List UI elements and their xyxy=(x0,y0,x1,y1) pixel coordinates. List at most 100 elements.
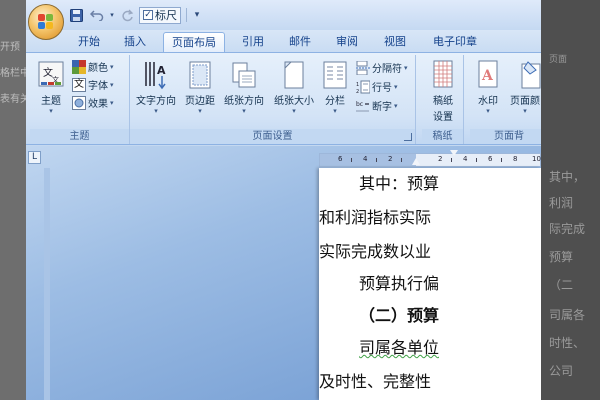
background-right-panel: 页面 其中， 利润 际完成 预算 （二 司属各 时性、 公司 xyxy=(541,0,600,400)
ruler-tick xyxy=(451,158,452,162)
svg-text:A: A xyxy=(481,68,494,84)
document-page[interactable]: 其中：预算 和利润指标实际 实际完成数以业 预算执行偏 （二）预算 司属各单位 … xyxy=(319,168,541,400)
tab-home[interactable]: 开始 xyxy=(71,32,107,52)
title-bar: ▾ ✓ 标尺 ▾ xyxy=(26,0,541,30)
effects-icon xyxy=(72,95,86,110)
watermark-icon: A xyxy=(475,60,501,90)
theme-effects-button[interactable]: 效果 ▾ xyxy=(72,94,114,111)
themes-label: 主题 xyxy=(41,96,61,107)
chevron-down-icon: ▾ xyxy=(394,101,398,110)
horizontal-ruler[interactable]: 6 4 2 2 4 6 8 10 xyxy=(319,150,541,167)
tab-insert[interactable]: 插入 xyxy=(117,32,153,52)
first-line-indent-marker[interactable] xyxy=(450,150,458,156)
ghost-text: 预算 xyxy=(549,250,574,264)
size-label: 纸张大小 xyxy=(274,96,314,107)
group-manuscript: 稿纸 设置 稿纸 xyxy=(422,55,464,144)
tab-page-layout[interactable]: 页面布局 xyxy=(163,32,225,52)
document-heading: （二）预算 xyxy=(359,306,440,325)
ghost-text: 页面 xyxy=(549,55,568,65)
office-button[interactable] xyxy=(28,4,64,40)
ruler-number: 2 xyxy=(388,155,393,163)
dialog-launcher-icon[interactable] xyxy=(404,133,412,141)
orientation-button[interactable]: 纸张方向 ▾ xyxy=(220,58,268,128)
ruler-number: 4 xyxy=(463,155,468,163)
chevron-down-icon: ▾ xyxy=(486,107,490,115)
font-icon: 文 xyxy=(72,77,86,92)
chevron-down-icon: ▾ xyxy=(154,107,158,115)
word-window: ▾ ✓ 标尺 ▾ 开始 插入 页面布局 引用 邮件 审阅 视图 电子印章 文文 xyxy=(26,0,541,400)
page-color-icon xyxy=(518,60,541,90)
columns-button[interactable]: 分栏 ▾ xyxy=(320,58,350,128)
ghost-text: 时性、 xyxy=(549,336,586,350)
theme-fonts-label: 字体 xyxy=(88,81,108,92)
hyphenation-icon: bc xyxy=(356,99,370,113)
manuscript-label-line1: 稿纸 xyxy=(433,96,453,107)
ruler-tick xyxy=(501,158,502,162)
group-page-setup: A 文字方向 ▾ 页边距 ▾ 纸张方向 ▾ 纸张大小 ▾ 分栏 ▾ 分隔符 ▾ … xyxy=(130,55,416,144)
page-color-button[interactable]: 页面颜 ▾ xyxy=(510,58,541,128)
text-direction-icon: A xyxy=(143,60,169,90)
tab-references[interactable]: 引用 xyxy=(235,32,271,52)
theme-fonts-button[interactable]: 文 字体 ▾ xyxy=(72,76,114,93)
manuscript-settings-button[interactable]: 稿纸 设置 xyxy=(424,58,462,128)
chevron-down-icon: ▾ xyxy=(110,98,114,107)
undo-dropdown-icon[interactable]: ▾ xyxy=(108,7,116,24)
ghost-text: 利润 xyxy=(549,196,574,210)
ghost-text: 格栏中 xyxy=(0,68,26,79)
ruler-tick xyxy=(351,158,352,162)
themes-button[interactable]: 文文 主题 ▾ xyxy=(32,58,70,128)
redo-icon[interactable] xyxy=(119,7,136,24)
left-indent-marker[interactable] xyxy=(412,158,420,165)
chevron-down-icon: ▾ xyxy=(198,107,202,115)
theme-colors-label: 颜色 xyxy=(88,63,108,74)
chevron-down-icon: ▾ xyxy=(523,107,527,115)
hyphenation-button[interactable]: bc 断字 ▾ xyxy=(356,97,398,114)
themes-icon: 文文 xyxy=(38,60,64,90)
svg-text:1: 1 xyxy=(356,82,359,88)
ruler-number: 6 xyxy=(338,155,343,163)
ruler-number: 6 xyxy=(488,155,493,163)
theme-colors-button[interactable]: 颜色 ▾ xyxy=(72,58,114,75)
ruler-checkbox[interactable]: ✓ xyxy=(143,10,153,20)
tab-view[interactable]: 视图 xyxy=(377,32,413,52)
chevron-down-icon: ▾ xyxy=(292,107,296,115)
ghost-text: 表有关 xyxy=(0,94,26,105)
ruler-number: 8 xyxy=(513,155,518,163)
group-themes: 文文 主题 ▾ 颜色 ▾ 文 字体 ▾ 效果 ▾ 主题 xyxy=(30,55,130,144)
orientation-label: 纸张方向 xyxy=(224,96,264,107)
tab-mailings[interactable]: 邮件 xyxy=(282,32,318,52)
line-numbers-icon: 12 xyxy=(356,80,371,95)
tab-selector-button[interactable]: L xyxy=(28,151,41,164)
page-color-label: 页面颜 xyxy=(510,96,540,107)
group-label-manuscript: 稿纸 xyxy=(422,129,463,144)
watermark-button[interactable]: A 水印 ▾ xyxy=(472,58,504,128)
tab-review[interactable]: 审阅 xyxy=(329,32,365,52)
ruler-tick xyxy=(376,158,377,162)
size-button[interactable]: 纸张大小 ▾ xyxy=(270,58,318,128)
customize-qat-icon[interactable]: ▾ xyxy=(192,7,202,24)
ruler-number: 2 xyxy=(438,155,443,163)
tab-electronic-seal[interactable]: 电子印章 xyxy=(424,32,486,52)
svg-text:A: A xyxy=(157,64,166,77)
group-page-background: A 水印 ▾ 页面颜 ▾ 页面背 xyxy=(470,55,541,144)
margins-button[interactable]: 页边距 ▾ xyxy=(182,58,218,128)
breaks-button[interactable]: 分隔符 ▾ xyxy=(356,59,408,76)
document-line: 司属各单位 xyxy=(359,338,440,357)
orientation-icon xyxy=(231,60,257,90)
ruler-tick xyxy=(401,158,402,162)
ghost-text: 其中， xyxy=(549,170,586,184)
margins-icon xyxy=(187,60,213,90)
watermark-label: 水印 xyxy=(478,96,498,107)
chevron-down-icon: ▾ xyxy=(49,107,53,115)
ruler-toggle[interactable]: ✓ 标尺 xyxy=(139,6,181,24)
chevron-down-icon: ▾ xyxy=(404,63,408,72)
undo-icon[interactable] xyxy=(88,7,105,24)
line-numbers-button[interactable]: 12 行号 ▾ xyxy=(356,78,398,95)
chevron-down-icon: ▾ xyxy=(110,62,114,71)
text-direction-button[interactable]: A 文字方向 ▾ xyxy=(132,58,180,128)
save-icon[interactable] xyxy=(68,7,85,24)
document-line: 和利润指标实际 xyxy=(319,208,432,227)
chevron-down-icon: ▾ xyxy=(333,107,337,115)
ruler-number: 10 xyxy=(532,155,541,163)
text-direction-label: 文字方向 xyxy=(136,96,176,107)
